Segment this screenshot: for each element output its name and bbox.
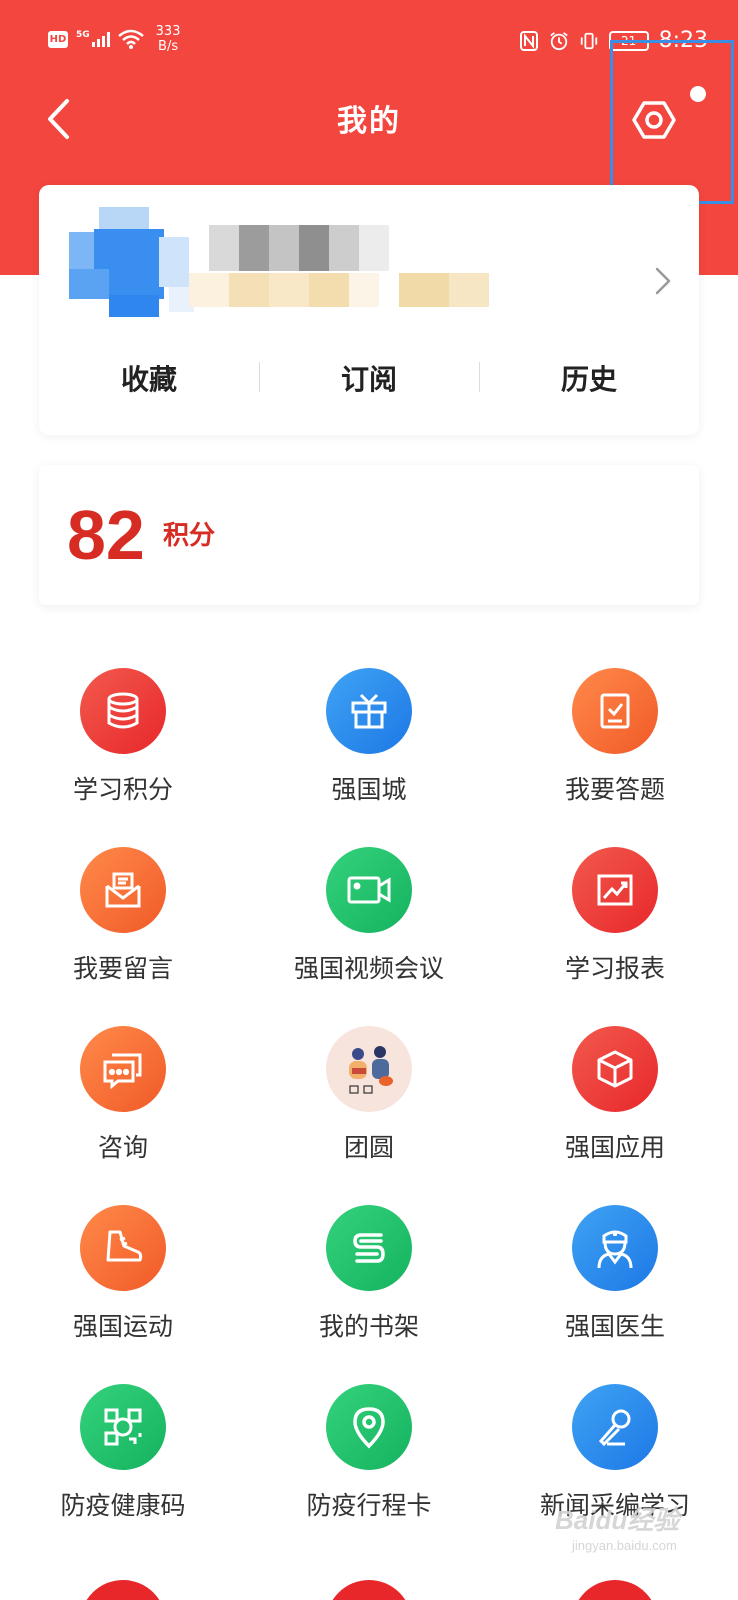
points-card[interactable]: 82 积分 (39, 465, 699, 605)
signal-icon (91, 31, 110, 47)
grid-item-label: 强国应用 (564, 1133, 665, 1162)
chevron-right-icon (655, 267, 671, 295)
points-label: 积分 (163, 521, 216, 551)
clipboard-check-icon (572, 668, 658, 754)
tab-favorites[interactable]: 收藏 (39, 340, 259, 416)
profile-card: 收藏 订阅 历史 (39, 185, 699, 435)
grid-item-doctor[interactable]: 强国医生 (492, 1197, 738, 1367)
partial-grid-icon[interactable] (572, 1580, 658, 1600)
points-value: 82 (67, 496, 145, 574)
nfc-icon (519, 30, 539, 52)
profile-detail-button[interactable] (651, 263, 675, 299)
highlight-box (610, 40, 734, 204)
grid-item-label: 防疫健康码 (60, 1491, 186, 1520)
trend-chart-icon (572, 847, 658, 933)
doctor-icon (572, 1205, 658, 1291)
network-speed: 333 B/s (156, 24, 181, 54)
grid-item-apps[interactable]: 强国应用 (492, 1018, 738, 1188)
partial-grid-icon[interactable] (326, 1580, 412, 1600)
speed-value: 333 (155, 24, 181, 39)
video-camera-icon (326, 847, 412, 933)
grid-item-label: 我的书架 (318, 1312, 419, 1341)
grid-item-label: 强国运动 (72, 1312, 173, 1341)
app-root: HD 5G 333 B/s 21 8:23 我的 收藏 订阅 历史 82 积分 … (0, 0, 738, 1600)
grid-item-travel-card[interactable]: 防疫行程卡 (246, 1376, 492, 1546)
watermark-brand: Baidu经验 (555, 1505, 680, 1535)
tab-subscriptions[interactable]: 订阅 (259, 340, 479, 416)
grid-item-bookshelf[interactable]: 我的书架 (246, 1197, 492, 1367)
bookshelf-icon (326, 1205, 412, 1291)
avatar[interactable] (69, 207, 199, 322)
chat-bubble-icon (80, 1026, 166, 1112)
grid-item-consult[interactable]: 咨询 (0, 1018, 246, 1188)
vibrate-icon (579, 30, 599, 52)
envelope-letter-icon (80, 847, 166, 933)
user-name-blurred (209, 225, 409, 271)
status-left: HD 5G 333 B/s (48, 24, 180, 54)
speed-unit: B/s (158, 39, 179, 54)
network-type: 5G (76, 30, 90, 40)
user-subtitle-blurred (189, 273, 529, 307)
grid-item-reunion[interactable]: 团圆 (246, 1018, 492, 1188)
grid-item-video-meeting[interactable]: 强国视频会议 (246, 839, 492, 1009)
grid-item-label: 强国医生 (564, 1312, 665, 1341)
tab-history[interactable]: 历史 (479, 340, 699, 416)
gift-box-icon (326, 668, 412, 754)
partial-grid-icon[interactable] (80, 1580, 166, 1600)
grid-item-label: 防疫行程卡 (306, 1491, 432, 1520)
qr-code-icon (80, 1384, 166, 1470)
grid-item-label: 学习报表 (564, 954, 665, 983)
grid-item-study-points[interactable]: 学习积分 (0, 660, 246, 830)
grid-item-label: 我要答题 (564, 775, 665, 804)
cube-icon (572, 1026, 658, 1112)
grid-item-answer-quiz[interactable]: 我要答题 (492, 660, 738, 830)
grid-item-label: 学习积分 (72, 775, 173, 804)
grid-item-leave-message[interactable]: 我要留言 (0, 839, 246, 1009)
location-pin-icon (326, 1384, 412, 1470)
grid-item-label: 强国视频会议 (293, 954, 444, 983)
grid-item-health-code[interactable]: 防疫健康码 (0, 1376, 246, 1546)
grid-item-study-report[interactable]: 学习报表 (492, 839, 738, 1009)
hd-badge: HD (48, 30, 68, 48)
grid-item-label: 团圆 (343, 1133, 394, 1162)
grid-item-qiangguo-mall[interactable]: 强国城 (246, 660, 492, 830)
reunion-illustration-icon (326, 1026, 412, 1112)
grid-item-label: 咨询 (97, 1133, 148, 1162)
grid-item-label: 强国城 (331, 775, 407, 804)
alarm-icon (549, 30, 569, 52)
profile-tabs: 收藏 订阅 历史 (39, 340, 699, 416)
running-shoe-icon (80, 1205, 166, 1291)
grid-item-sports[interactable]: 强国运动 (0, 1197, 246, 1367)
watermark-url: jingyan.baidu.com (572, 1538, 677, 1553)
grid-item-label: 我要留言 (72, 954, 173, 983)
microphone-icon (572, 1384, 658, 1470)
coin-stack-icon (80, 668, 166, 754)
wifi-icon (117, 29, 144, 49)
